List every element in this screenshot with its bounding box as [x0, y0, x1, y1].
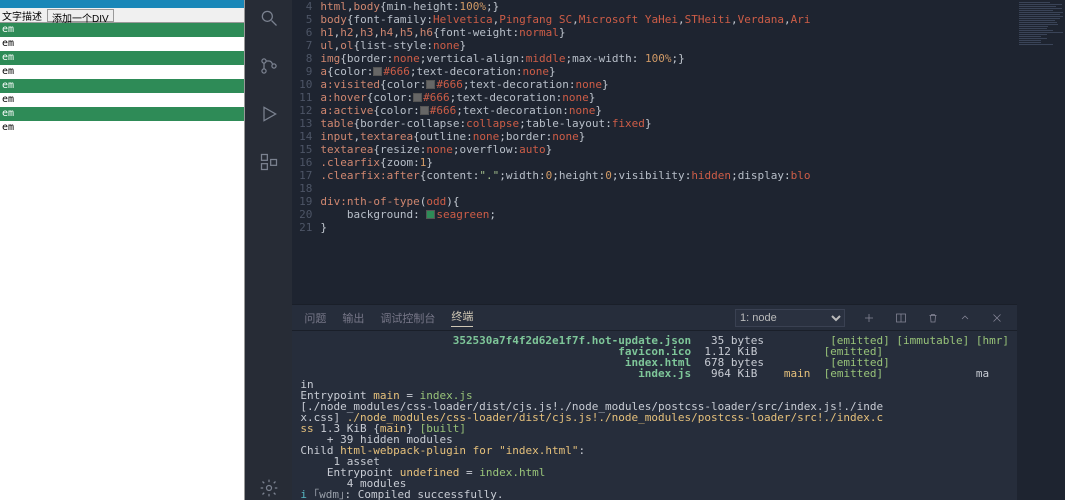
activity-bar: [245, 0, 292, 500]
close-panel-icon[interactable]: [989, 310, 1005, 326]
panel-tab[interactable]: 终端: [451, 308, 473, 327]
maximize-panel-icon[interactable]: [957, 310, 973, 326]
new-terminal-icon[interactable]: [861, 310, 877, 326]
stripe-item: em: [0, 121, 244, 135]
code-editor[interactable]: 456789101112131415161718192021 html,body…: [292, 0, 1017, 304]
split-terminal-icon[interactable]: [893, 310, 909, 326]
code-content[interactable]: html,body{min-height:100%;}body{font-fam…: [320, 0, 1017, 304]
stripe-list: emememememememem: [0, 23, 244, 135]
terminal-selector[interactable]: 1: node: [735, 309, 845, 327]
search-icon[interactable]: [257, 6, 281, 30]
stripe-item: em: [0, 79, 244, 93]
minimap[interactable]: [1017, 0, 1065, 500]
browser-preview: 文字描述 添加一个DIV emememememememem: [0, 0, 245, 500]
browser-toolbar: 文字描述 添加一个DIV: [0, 8, 244, 23]
debug-icon[interactable]: [257, 102, 281, 126]
line-gutter: 456789101112131415161718192021: [292, 0, 320, 304]
extensions-icon[interactable]: [257, 150, 281, 174]
panel-tab[interactable]: 输出: [342, 310, 364, 326]
bottom-panel: 问题输出调试控制台终端 1: node 352530a7f4f2d62e1f7f…: [292, 304, 1017, 500]
stripe-item: em: [0, 51, 244, 65]
settings-gear-icon[interactable]: [257, 476, 281, 500]
panel-tab[interactable]: 问题: [304, 310, 326, 326]
stripe-item: em: [0, 93, 244, 107]
terminal-output[interactable]: 352530a7f4f2d62e1f7f.hot-update.json 35 …: [292, 331, 1017, 500]
vscode-window: 456789101112131415161718192021 html,body…: [245, 0, 1065, 500]
stripe-item: em: [0, 65, 244, 79]
panel-tab[interactable]: 调试控制台: [380, 310, 435, 326]
source-control-icon[interactable]: [257, 54, 281, 78]
stripe-item: em: [0, 23, 244, 37]
stripe-item: em: [0, 107, 244, 121]
addrbar-text: 文字描述: [2, 8, 42, 23]
editor-column: 456789101112131415161718192021 html,body…: [292, 0, 1017, 500]
panel-tabs: 问题输出调试控制台终端 1: node: [292, 305, 1017, 331]
kill-terminal-icon[interactable]: [925, 310, 941, 326]
add-div-button[interactable]: 添加一个DIV: [47, 9, 114, 22]
stripe-item: em: [0, 37, 244, 51]
